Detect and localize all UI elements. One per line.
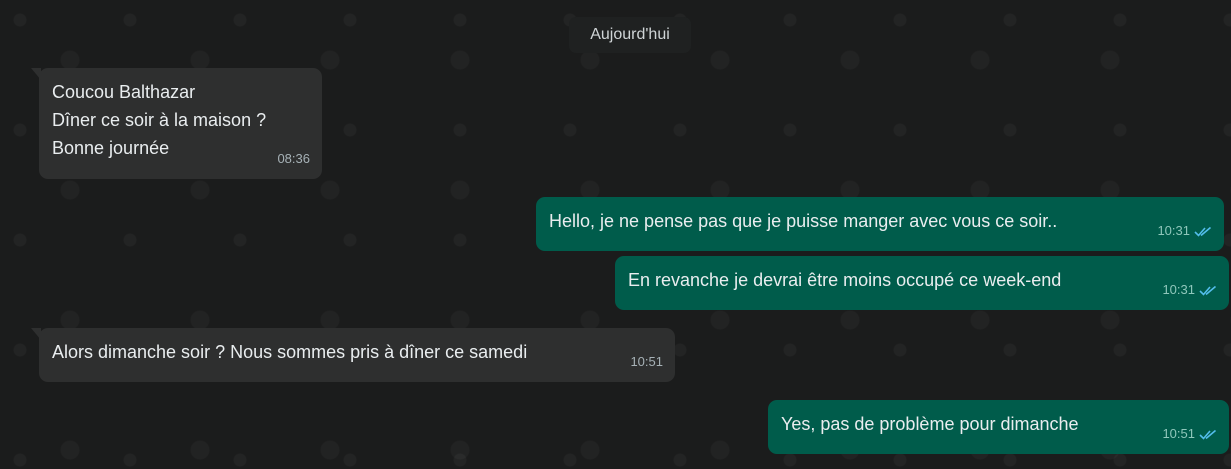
message-text-line: Hello, je ne pense pas que je puisse man… bbox=[549, 211, 1058, 231]
double-check-icon bbox=[1194, 226, 1212, 237]
message-meta: 10:51 bbox=[1162, 420, 1217, 448]
message-meta: 10:31 bbox=[1162, 276, 1217, 304]
message-text-line: Alors dimanche soir ? Nous sommes pris à… bbox=[52, 342, 528, 362]
message-time: 10:31 bbox=[1157, 223, 1190, 238]
message-bubble-outgoing[interactable]: En revanche je devrai être moins occupé … bbox=[615, 256, 1229, 310]
message-time: 10:51 bbox=[630, 354, 663, 369]
message-text-line: Bonne journée bbox=[52, 138, 170, 158]
message-time: 10:31 bbox=[1162, 282, 1195, 297]
message-bubble-outgoing[interactable]: Yes, pas de problème pour dimanche 10:51 bbox=[768, 400, 1229, 454]
message-text-line: Coucou Balthazar bbox=[52, 82, 196, 102]
message-meta: 10:31 bbox=[1157, 217, 1212, 245]
message-text-line: Yes, pas de problème pour dimanche bbox=[781, 414, 1079, 434]
message-bubble-incoming[interactable]: Alors dimanche soir ? Nous sommes pris à… bbox=[31, 328, 675, 382]
date-separator: Aujourd'hui bbox=[569, 17, 691, 53]
date-separator-label: Aujourd'hui bbox=[590, 26, 670, 43]
double-check-icon bbox=[1199, 429, 1217, 440]
message-meta: 08:36 bbox=[277, 145, 310, 173]
message-bubble-incoming[interactable]: Coucou Balthazar Dîner ce soir à la mais… bbox=[31, 68, 322, 179]
message-time: 08:36 bbox=[277, 151, 310, 166]
message-text-line: Dîner ce soir à la maison ? bbox=[52, 110, 267, 130]
message-text-line: En revanche je devrai être moins occupé … bbox=[628, 270, 1062, 290]
message-bubble-outgoing[interactable]: Hello, je ne pense pas que je puisse man… bbox=[536, 197, 1224, 251]
message-time: 10:51 bbox=[1162, 426, 1195, 441]
double-check-icon bbox=[1199, 285, 1217, 296]
message-meta: 10:51 bbox=[630, 348, 663, 376]
